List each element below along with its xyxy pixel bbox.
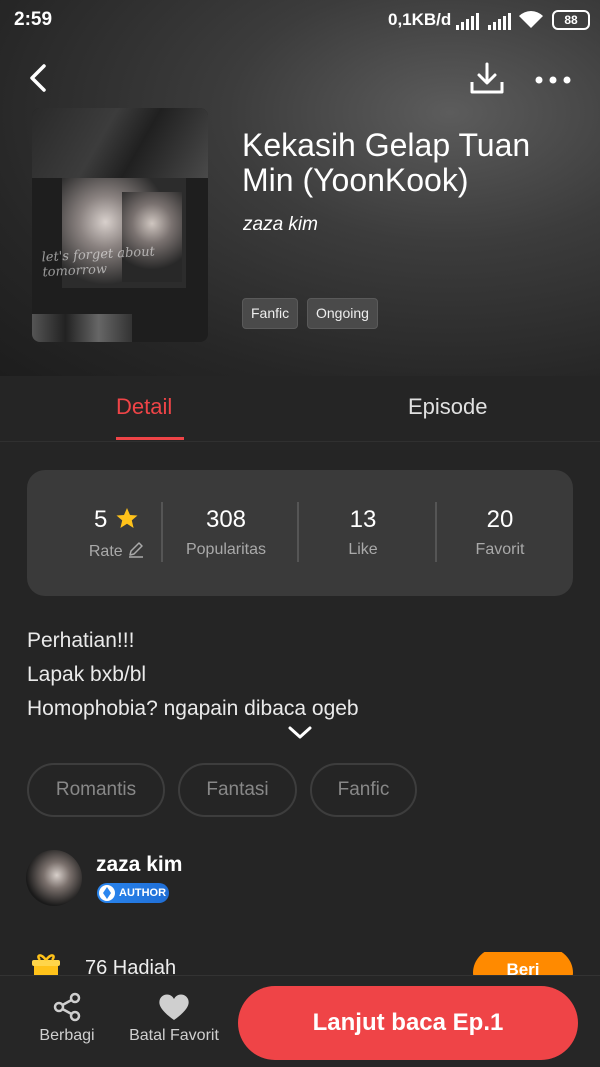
description-line: Homophobia? ngapain dibaca ogeb (27, 697, 359, 720)
story-cover: let's forget about tomorrow (32, 108, 208, 342)
badge-icon (99, 885, 115, 901)
heart-icon (159, 994, 189, 1020)
genre-chip[interactable]: Fantasi (178, 763, 297, 817)
favorite-value: 20 (486, 506, 514, 533)
unfavorite-label: Batal Favorit (129, 1027, 219, 1044)
stat-popularity: 308 Popularitas (158, 506, 294, 559)
story-tag: Fanfic (242, 298, 299, 329)
tab-episode[interactable]: Episode (408, 394, 488, 420)
share-icon (53, 992, 81, 1022)
author-avatar[interactable] (26, 850, 82, 906)
author-badge-label: AUTHOR (119, 887, 167, 899)
share-button[interactable]: Berbagi (36, 992, 98, 1045)
status-bar: 2:59 0,1KB/d 88 (0, 0, 600, 44)
rate-value: 5 (93, 506, 108, 533)
unfavorite-button[interactable]: Batal Favorit (124, 992, 224, 1045)
genre-chip[interactable]: Romantis (27, 763, 165, 817)
status-time: 2:59 (14, 9, 53, 30)
expand-chevron-icon[interactable] (286, 722, 314, 744)
wifi-icon (519, 11, 543, 28)
back-button[interactable] (22, 58, 56, 98)
story-author: zaza kim (243, 214, 318, 235)
more-options-button[interactable] (532, 62, 574, 98)
story-description: Perhatian!!! Lapak bxb/bl Homophobia? ng… (27, 624, 359, 726)
battery-indicator: 88 (552, 10, 590, 30)
signal-icon (488, 12, 514, 30)
tab-detail[interactable]: Detail (116, 394, 172, 420)
stat-like: 13 Like (295, 506, 431, 559)
popularity-label: Popularitas (185, 541, 267, 558)
popularity-value: 308 (205, 506, 247, 533)
like-value: 13 (349, 506, 377, 533)
stat-favorite: 20 Favorit (432, 506, 568, 559)
stats-card: 5 Rate 308 Popularitas 13 Like 20 Favori… (27, 470, 573, 596)
story-title: Kekasih Gelap Tuan Min (YoonKook) (242, 127, 531, 198)
like-label: Like (348, 541, 378, 558)
author-badge: AUTHOR (97, 883, 169, 903)
author-name[interactable]: zaza kim (96, 853, 182, 877)
edit-icon (129, 542, 144, 558)
network-speed: 0,1KB/d (388, 10, 452, 29)
genre-chip[interactable]: Fanfic (310, 763, 417, 817)
download-button[interactable] (466, 58, 508, 100)
continue-reading-button[interactable]: Lanjut baca Ep.1 (238, 986, 578, 1060)
description-line: Perhatian!!! (27, 629, 135, 652)
favorite-label: Favorit (475, 541, 525, 558)
tab-bar: Detail Episode (0, 376, 600, 442)
story-tag: Ongoing (307, 298, 378, 329)
bottom-action-bar: Berbagi Batal Favorit Lanjut baca Ep.1 (0, 975, 600, 1067)
tab-indicator (116, 437, 184, 440)
share-label: Berbagi (39, 1027, 95, 1044)
story-header: 2:59 0,1KB/d 88 let's forget about tomor… (0, 0, 600, 376)
rate-label: Rate (88, 543, 123, 560)
description-line: Lapak bxb/bl (27, 663, 147, 686)
signal-icon (456, 12, 482, 30)
star-icon (116, 508, 138, 528)
